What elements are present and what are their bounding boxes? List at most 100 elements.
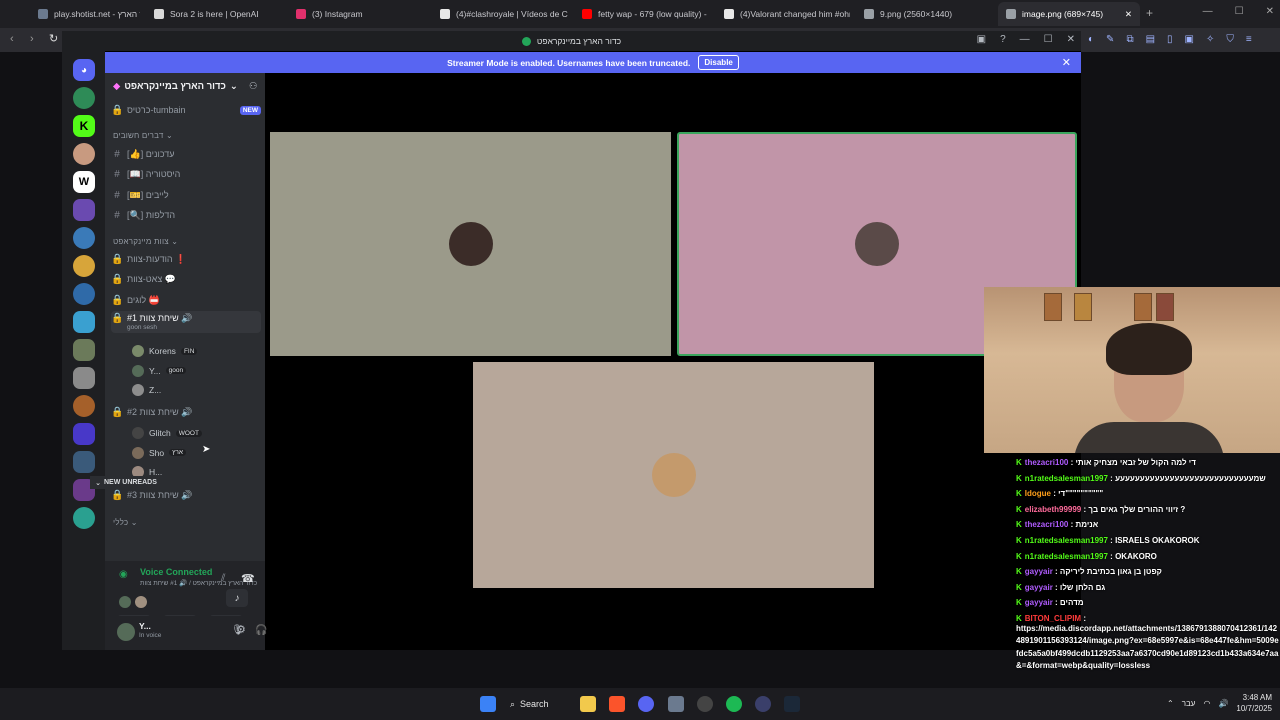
language-indicator[interactable]: עבר xyxy=(1182,699,1196,708)
text-channel[interactable]: # [👍] עדכונים xyxy=(111,145,261,163)
category-mc[interactable]: צוות מיינקראפט ⌄ xyxy=(113,237,178,246)
spotify-icon[interactable] xyxy=(726,696,742,712)
menu-icon[interactable]: ≡ xyxy=(1246,34,1252,45)
headphones-icon[interactable]: 🎧 xyxy=(255,625,267,636)
voice-user[interactable]: Z... xyxy=(132,382,161,398)
server-kick[interactable]: K xyxy=(73,115,95,137)
minimize-icon[interactable]: — xyxy=(1020,34,1030,45)
close-tab-icon[interactable]: ✕ xyxy=(1125,9,1132,20)
file-explorer-icon[interactable] xyxy=(580,696,596,712)
server-avatar[interactable] xyxy=(73,507,95,529)
maximize-icon[interactable]: ☐ xyxy=(1235,6,1244,17)
browser-tab[interactable]: play.shotist.net - כדור הארץ xyxy=(30,2,140,26)
shield-icon[interactable]: ⛉ xyxy=(1226,34,1234,45)
chat-link[interactable]: https://media.discordapp.net/attachments… xyxy=(1016,623,1280,673)
text-channel[interactable]: # [🎫] לייבים xyxy=(111,186,261,204)
wifi-icon[interactable]: ◠ xyxy=(1203,699,1210,708)
obs-icon[interactable] xyxy=(697,696,713,712)
server-avatar[interactable] xyxy=(73,423,95,445)
voice-user[interactable]: Korens FIN xyxy=(132,343,198,359)
reload-icon[interactable]: ↻ xyxy=(49,32,58,45)
back-icon[interactable]: ‹ xyxy=(10,33,14,45)
server-avatar[interactable] xyxy=(73,451,95,473)
server-avatar[interactable] xyxy=(73,143,95,165)
avatar[interactable] xyxy=(135,596,147,608)
add-member-icon[interactable]: ⚇ xyxy=(249,81,258,92)
browser-tab[interactable]: (4)Valorant changed him #ohm xyxy=(716,2,850,26)
voice-channel-1[interactable]: 🔒 שיחת צוות #1 🔊 goon sesh xyxy=(111,311,261,333)
video-tile[interactable] xyxy=(270,132,671,356)
video-tile[interactable] xyxy=(473,362,874,588)
browser-tab[interactable]: fetty wap - 679 (low quality) - xyxy=(574,2,710,26)
extension-icon[interactable]: ▣ xyxy=(1185,34,1194,45)
voice-channel-2[interactable]: 🔒 שיחת צוות #2 🔊 xyxy=(111,403,261,421)
browser-tab[interactable]: image.png (689×745) ✕ xyxy=(998,2,1140,26)
soundboard-icon[interactable]: ♪ xyxy=(226,589,248,607)
server-avatar[interactable] xyxy=(73,199,95,221)
browser-tab[interactable]: (3) Instagram xyxy=(288,2,426,26)
server-avatar[interactable] xyxy=(73,311,95,333)
disable-streamer-button[interactable]: Disable xyxy=(698,55,739,70)
username[interactable]: Y... xyxy=(139,621,151,631)
avatar[interactable] xyxy=(117,623,135,641)
extension-icon[interactable]: ◐ xyxy=(1088,34,1094,45)
app-icon[interactable] xyxy=(755,696,771,712)
discord-home-icon[interactable]: ◕ xyxy=(73,59,95,81)
voice-connected-title[interactable]: Voice Connected xyxy=(140,567,212,577)
puzzle-icon[interactable]: ⧉ xyxy=(1126,34,1133,45)
browser-tab[interactable]: Sora 2 is here | OpenAI xyxy=(146,2,280,26)
chevron-up-icon[interactable]: ⌃ xyxy=(1167,699,1174,708)
noise-suppression-icon[interactable]: ⫽ xyxy=(221,573,225,584)
category-important[interactable]: דברים חשובים ⌄ xyxy=(113,131,173,140)
help-icon[interactable]: ? xyxy=(1000,34,1006,45)
clock[interactable]: 3:48 AM 10/7/2025 xyxy=(1236,692,1272,714)
discord-window: כדור הארץ במיינקראפט ▣ ? — ☐ ✕ ◕ K W Str… xyxy=(62,31,1081,650)
new-unreads-pill[interactable]: ⌄ NEW UNREADS xyxy=(90,476,162,489)
voice-user[interactable]: Sho ארץ xyxy=(132,445,186,461)
brave-icon[interactable] xyxy=(609,696,625,712)
browser-tab[interactable]: (4)#clashroyale | Vídeos de Cla xyxy=(432,2,568,26)
new-tab-button[interactable]: + xyxy=(1146,6,1153,20)
forward-icon[interactable]: › xyxy=(30,33,34,45)
minimize-icon[interactable]: — xyxy=(1203,6,1213,17)
text-channel[interactable]: # [🔍] הדלפות xyxy=(111,207,261,225)
close-icon[interactable]: ✕ xyxy=(1067,34,1075,45)
staff-channel[interactable]: 🔒 לוגים 📛 xyxy=(111,291,261,309)
sidebar-icon[interactable]: ▯ xyxy=(1167,34,1173,45)
server-avatar[interactable] xyxy=(73,227,95,249)
extension-icon[interactable]: ✧ xyxy=(1206,34,1214,45)
server-avatar[interactable] xyxy=(73,255,95,277)
extension-icon[interactable]: ✎ xyxy=(1106,34,1114,45)
server-header[interactable]: ⚇ ⌄ כדור הארץ במיינקראפט ◆ xyxy=(113,81,261,92)
inbox-icon[interactable]: ▣ xyxy=(977,34,986,45)
voice-user[interactable]: Glitch WOOT xyxy=(132,425,202,441)
browser-tab[interactable]: 9.png (2560×1440) xyxy=(856,2,992,26)
staff-channel[interactable]: 🔒 הודעות-צוות ❗ xyxy=(111,250,261,268)
voice-user[interactable]: Y... goon xyxy=(132,363,187,379)
disconnect-icon[interactable]: ☎ xyxy=(241,572,255,585)
category-general[interactable]: כללי ⌄ xyxy=(113,518,138,527)
server-avatar[interactable] xyxy=(73,283,95,305)
channel-tumbain[interactable]: 🔒 כרטיס-tumbain NEW xyxy=(111,101,261,119)
server-avatar[interactable] xyxy=(73,367,95,389)
discord-icon[interactable] xyxy=(638,696,654,712)
extension-icon[interactable]: ▤ xyxy=(1146,34,1155,45)
voice-connected-sub[interactable]: כדור הארץ במיינקראפט / 🔊 #1 שיחת צוות xyxy=(140,579,257,587)
app-icon[interactable] xyxy=(668,696,684,712)
settings-icon[interactable]: ⚙ xyxy=(236,623,246,636)
text-channel[interactable]: # [📖] היסטוריה xyxy=(111,166,261,184)
staff-channel[interactable]: 🔒 צאט-צוות 💬 xyxy=(111,271,261,289)
chat-username: gayyair xyxy=(1024,567,1053,577)
maximize-icon[interactable]: ☐ xyxy=(1044,34,1053,45)
close-icon[interactable]: ✕ xyxy=(1266,6,1274,17)
avatar[interactable] xyxy=(119,596,131,608)
taskbar-search[interactable]: ⌕ Search xyxy=(510,694,570,714)
server-avatar[interactable] xyxy=(73,395,95,417)
server-earth[interactable] xyxy=(73,87,95,109)
server-avatar[interactable] xyxy=(73,339,95,361)
volume-icon[interactable]: 🔊 xyxy=(1218,699,1228,708)
windows-start-icon[interactable] xyxy=(480,696,496,712)
server-w[interactable]: W xyxy=(73,171,95,193)
close-icon[interactable]: ✕ xyxy=(1062,56,1071,69)
steam-icon[interactable] xyxy=(784,696,800,712)
